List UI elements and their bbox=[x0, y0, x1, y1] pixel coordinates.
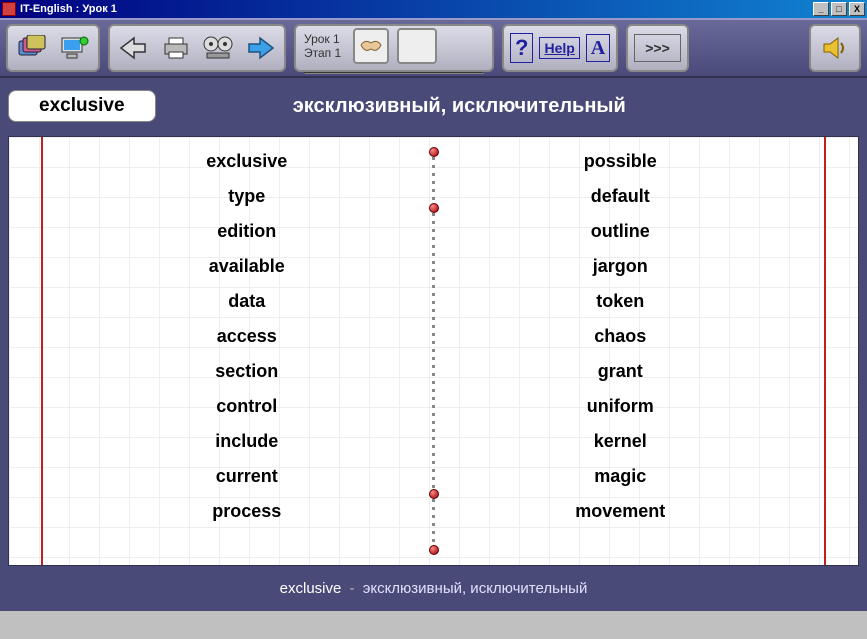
font-button[interactable]: A bbox=[586, 34, 610, 62]
printer-icon[interactable] bbox=[158, 30, 194, 66]
word-item[interactable]: jargon bbox=[443, 256, 799, 277]
column-divider bbox=[431, 147, 437, 555]
pin-icon bbox=[429, 203, 439, 213]
reels-icon[interactable] bbox=[200, 30, 236, 66]
word-item[interactable]: process bbox=[69, 501, 425, 522]
margin-line-left bbox=[41, 137, 43, 565]
handshake-icon[interactable] bbox=[353, 28, 389, 64]
skip-button[interactable]: >>> bbox=[634, 34, 681, 62]
footer-word: exclusive bbox=[280, 580, 342, 597]
back-arrow-icon[interactable] bbox=[116, 30, 152, 66]
speaker-icon[interactable] bbox=[817, 30, 853, 66]
content-area: exclusive эксклюзивный, исключительный e… bbox=[0, 78, 867, 566]
margin-line-right bbox=[824, 137, 826, 565]
titlebar: IT-English : Урок 1 _ □ X bbox=[0, 0, 867, 18]
word-item[interactable]: edition bbox=[69, 221, 425, 242]
footer-sep: - bbox=[350, 580, 355, 597]
word-item[interactable]: chaos bbox=[443, 326, 799, 347]
help-button[interactable]: Help bbox=[539, 37, 579, 59]
toolbar-group-help: ? Help A bbox=[502, 24, 618, 72]
pin-icon bbox=[429, 489, 439, 499]
lesson-info: Урок 1 Этап 1 bbox=[300, 32, 345, 60]
word-item[interactable]: available bbox=[69, 256, 425, 277]
word-item[interactable]: possible bbox=[443, 151, 799, 172]
app-icon bbox=[2, 2, 16, 16]
word-item[interactable]: control bbox=[69, 396, 425, 417]
computer-icon[interactable] bbox=[56, 30, 92, 66]
window-title: IT-English : Урок 1 bbox=[20, 3, 813, 15]
footer-bar: exclusive - эксклюзивный, исключительный bbox=[0, 566, 867, 611]
question-button[interactable]: ? bbox=[510, 33, 533, 63]
word-item[interactable]: access bbox=[69, 326, 425, 347]
close-button[interactable]: X bbox=[849, 2, 865, 16]
toolbar-group-sound bbox=[809, 24, 861, 72]
pin-icon bbox=[429, 147, 439, 157]
word-item[interactable]: type bbox=[69, 186, 425, 207]
word-item[interactable]: magic bbox=[443, 466, 799, 487]
current-translation: эксклюзивный, исключительный bbox=[180, 95, 859, 118]
word-item[interactable]: grant bbox=[443, 361, 799, 382]
progress-bar[interactable] bbox=[304, 72, 484, 74]
word-item[interactable]: current bbox=[69, 466, 425, 487]
right-column: possible default outline jargon token chaos gr… bbox=[443, 147, 799, 555]
library-icon[interactable] bbox=[14, 30, 50, 66]
footer-translation: эксклюзивный, исключительный bbox=[363, 580, 588, 597]
main-toolbar: Урок 1 Этап 1 ? Help A >>> bbox=[0, 18, 867, 78]
pin-icon bbox=[429, 545, 439, 555]
word-item[interactable]: uniform bbox=[443, 396, 799, 417]
stage-label: Этап 1 bbox=[304, 46, 341, 60]
toolbar-group-actions bbox=[108, 24, 286, 72]
maximize-button[interactable]: □ bbox=[831, 2, 847, 16]
lesson-label: Урок 1 bbox=[304, 32, 341, 46]
word-item[interactable]: section bbox=[69, 361, 425, 382]
toolbar-group-skip: >>> bbox=[626, 24, 689, 72]
word-item[interactable]: kernel bbox=[443, 431, 799, 452]
word-item[interactable]: include bbox=[69, 431, 425, 452]
toolbar-group-lesson: Урок 1 Этап 1 bbox=[294, 24, 494, 72]
word-item[interactable]: token bbox=[443, 291, 799, 312]
minimize-button[interactable]: _ bbox=[813, 2, 829, 16]
word-grid: exclusive type edition available data access s… bbox=[8, 136, 859, 566]
toolbar-group-nav bbox=[6, 24, 100, 72]
word-item[interactable]: outline bbox=[443, 221, 799, 242]
word-item[interactable]: exclusive bbox=[69, 151, 425, 172]
empty-slot[interactable] bbox=[397, 28, 437, 64]
forward-arrow-icon[interactable] bbox=[242, 30, 278, 66]
word-item[interactable]: data bbox=[69, 291, 425, 312]
current-word-box: exclusive bbox=[8, 90, 156, 122]
word-item[interactable]: default bbox=[443, 186, 799, 207]
word-item[interactable]: movement bbox=[443, 501, 799, 522]
left-column: exclusive type edition available data access s… bbox=[69, 147, 425, 555]
